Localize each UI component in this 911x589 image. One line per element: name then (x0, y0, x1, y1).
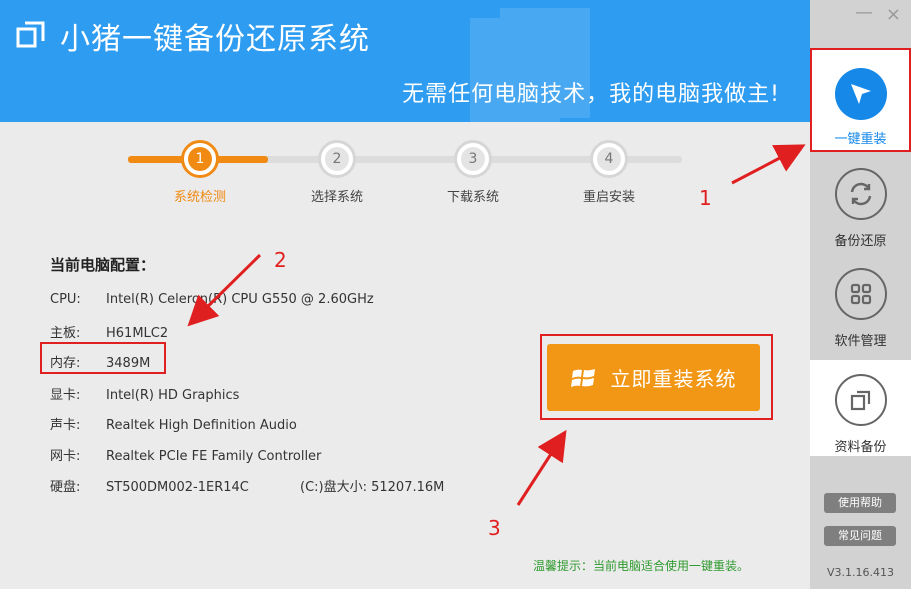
reinstall-now-button[interactable]: 立即重装系统 (547, 344, 760, 411)
config-value: Realtek High Definition Audio (106, 418, 297, 433)
config-value: ST500DM002-1ER14C (106, 480, 249, 495)
config-row-disk: 硬盘: ST500DM002-1ER14C (50, 476, 249, 495)
app-logo-icon (16, 21, 45, 48)
config-row-sound: 声卡: Realtek High Definition Audio (50, 414, 297, 433)
config-key: 主板: (50, 326, 81, 341)
step-label: 重启安装 (582, 190, 635, 205)
config-row-gpu: 显卡: Intel(R) HD Graphics (50, 384, 239, 403)
step-number: 2 (325, 147, 349, 171)
sidebar-item-label: 软件管理 (834, 334, 887, 349)
step-label: 选择系统 (310, 190, 363, 205)
reinstall-now-label: 立即重装系统 (610, 367, 737, 391)
annotation-number: 1 (699, 186, 712, 210)
sidebar-item-label: 一键重装 (834, 132, 887, 147)
sidebar-item-software-manage[interactable]: 软件管理 (810, 268, 911, 349)
sidebar-item-backup-restore[interactable]: 备份还原 (810, 168, 911, 249)
disk-size: (C:)盘大小: 51207.16M (300, 480, 445, 495)
config-row-network: 网卡: Realtek PCIe FE Family Controller (50, 445, 321, 464)
faq-button[interactable]: 常见问题 (824, 526, 896, 546)
tip-text: 温馨提示：当前电脑适合使用一键重装。 (533, 559, 750, 573)
config-row-board: 主板: H61MLC2 (50, 322, 168, 341)
refresh-icon (834, 168, 887, 220)
step-progress: 1 系统检测 2 选择系统 3 下载系统 4 重启安装 (128, 140, 684, 205)
help-button[interactable]: 使用帮助 (824, 493, 896, 513)
cursor-arrow-icon (834, 68, 887, 120)
grid-icon (834, 268, 887, 320)
sidebar-item-data-backup[interactable]: 资料备份 (810, 360, 911, 456)
annotation-number: 3 (488, 516, 501, 540)
header-slogan: 无需任何电脑技术，我的电脑我做主! (402, 82, 780, 107)
config-title: 当前电脑配置： (50, 256, 156, 274)
step-label: 下载系统 (446, 190, 499, 205)
step-4: 4 重启安装 (559, 140, 659, 205)
windows-logo-icon (570, 368, 595, 387)
config-key: 显卡: (50, 388, 81, 403)
sidebar: — × 一键重装 备份还原 软件管理 资料备份 使用帮助 常见问题 V3.1.1… (810, 0, 911, 589)
config-key: CPU: (50, 292, 81, 307)
app-title: 小猪一键备份还原系统 (60, 22, 370, 57)
step-3: 3 下载系统 (423, 140, 523, 205)
annotation-number: 2 (274, 248, 287, 272)
config-row-cpu: CPU: Intel(R) Celeron(R) CPU G550 @ 2.60G… (50, 292, 374, 307)
config-value: Intel(R) Celeron(R) CPU G550 @ 2.60GHz (106, 292, 374, 307)
config-key: 硬盘: (50, 480, 81, 495)
config-value: Realtek PCIe FE Family Controller (106, 449, 322, 464)
memory-highlight-box (40, 342, 166, 374)
minimize-button[interactable]: — (855, 2, 873, 23)
config-value: Intel(R) HD Graphics (106, 388, 240, 403)
sidebar-item-label: 备份还原 (834, 234, 887, 249)
version-label: V3.1.16.413 (826, 566, 894, 579)
step-number: 4 (597, 147, 621, 171)
copy-icon (834, 374, 887, 426)
config-value: H61MLC2 (106, 326, 169, 341)
config-key: 网卡: (50, 449, 81, 464)
app-header: 小猪一键备份还原系统 无需任何电脑技术，我的电脑我做主! (0, 0, 810, 122)
step-number: 3 (461, 147, 485, 171)
close-button[interactable]: × (886, 4, 901, 25)
step-2: 2 选择系统 (287, 140, 387, 205)
step-1: 1 系统检测 (150, 140, 250, 205)
step-label: 系统检测 (173, 190, 226, 205)
sidebar-item-label: 资料备份 (834, 440, 887, 455)
step-number: 1 (188, 147, 212, 171)
config-key: 声卡: (50, 418, 81, 433)
sidebar-item-one-key-reinstall[interactable]: 一键重装 (810, 48, 911, 152)
